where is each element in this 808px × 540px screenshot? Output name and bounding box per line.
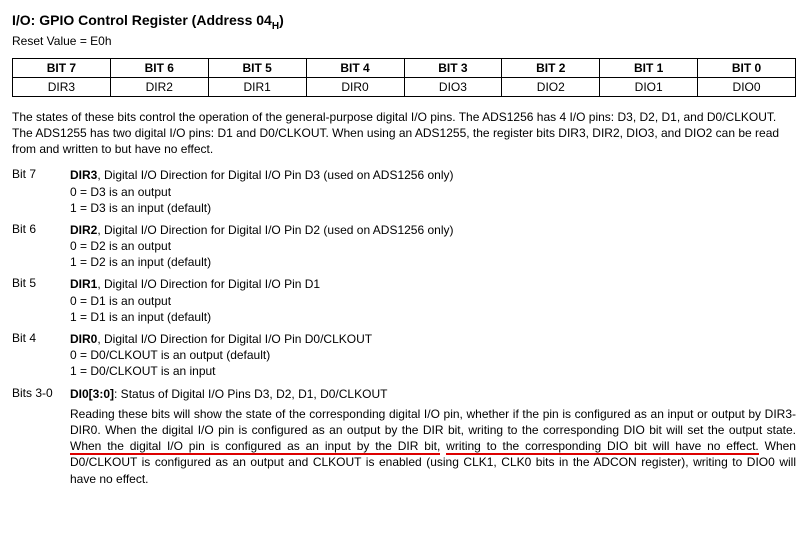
bit-name-cell: DIO3 [404,77,502,96]
bit-header: BIT 5 [208,58,306,77]
bit-desc: , Digital I/O Direction for Digital I/O … [97,223,453,237]
bit-label: Bit 6 [12,222,70,271]
title-sub: H [272,21,279,32]
table-row: DIR3 DIR2 DIR1 DIR0 DIO3 DIO2 DIO1 DIO0 [13,77,796,96]
title-suffix: ) [279,12,284,28]
bit-desc: , Digital I/O Direction for Digital I/O … [97,332,372,346]
bit-name-cell: DIR2 [110,77,208,96]
bit-header: BIT 1 [600,58,698,77]
bit-name-cell: DIR3 [13,77,111,96]
bit-table: BIT 7 BIT 6 BIT 5 BIT 4 BIT 3 BIT 2 BIT … [12,58,796,97]
bit-name: DIR0 [70,332,97,346]
bit-text: Reading these bits will show the state o… [70,407,796,437]
bit-option: 0 = D1 is an output [70,294,171,308]
bit-body: DIR2, Digital I/O Direction for Digital … [70,222,796,271]
bit-name: DIR1 [70,277,97,291]
bit-desc: , Digital I/O Direction for Digital I/O … [97,277,320,291]
title-prefix: I/O: GPIO Control Register (Address 04 [12,12,272,28]
bit-description: Bit 4 DIR0, Digital I/O Direction for Di… [12,331,796,380]
bit-desc: : Status of Digital I/O Pins D3, D2, D1,… [114,387,387,401]
annotated-text: writing to the corresponding DIO bit wil… [446,439,759,455]
register-title: I/O: GPIO Control Register (Address 04H) [12,12,796,32]
bit-label: Bits 3-0 [12,386,70,487]
bit-option: 1 = D1 is an input (default) [70,310,211,324]
bit-option: 1 = D3 is an input (default) [70,201,211,215]
reset-value: Reset Value = E0h [12,34,796,48]
bit-name: DIR3 [70,168,97,182]
annotated-text: When the digital I/O pin is configured a… [70,439,440,455]
table-row: BIT 7 BIT 6 BIT 5 BIT 4 BIT 3 BIT 2 BIT … [13,58,796,77]
bit-header: BIT 0 [698,58,796,77]
bit-description: Bit 5 DIR1, Digital I/O Direction for Di… [12,276,796,325]
bit-header: BIT 2 [502,58,600,77]
intro-paragraph: The states of these bits control the ope… [12,109,796,158]
bit-description: Bit 7 DIR3, Digital I/O Direction for Di… [12,167,796,216]
bit-name: DIR2 [70,223,97,237]
bit-name-cell: DIR0 [306,77,404,96]
bit-name-cell: DIO2 [502,77,600,96]
bit-header: BIT 6 [110,58,208,77]
bit-header: BIT 4 [306,58,404,77]
bit-label: Bit 4 [12,331,70,380]
bit-header: BIT 7 [13,58,111,77]
bit-header: BIT 3 [404,58,502,77]
bit-body: DI0[3:0]: Status of Digital I/O Pins D3,… [70,386,796,487]
bit-name-cell: DIO1 [600,77,698,96]
bit-desc: , Digital I/O Direction for Digital I/O … [97,168,453,182]
bit-option: 1 = D2 is an input (default) [70,255,211,269]
bit-body: DIR0, Digital I/O Direction for Digital … [70,331,796,380]
bit-description: Bits 3-0 DI0[3:0]: Status of Digital I/O… [12,386,796,487]
bit-label: Bit 5 [12,276,70,325]
bit-option: 0 = D0/CLKOUT is an output (default) [70,348,270,362]
bit-option: 1 = D0/CLKOUT is an input [70,364,216,378]
bit-name-cell: DIR1 [208,77,306,96]
bit-body: DIR3, Digital I/O Direction for Digital … [70,167,796,216]
bit-name-cell: DIO0 [698,77,796,96]
bit-option: 0 = D3 is an output [70,185,171,199]
bit-description: Bit 6 DIR2, Digital I/O Direction for Di… [12,222,796,271]
bit-option: 0 = D2 is an output [70,239,171,253]
bit-paragraph: Reading these bits will show the state o… [70,406,796,487]
bit-body: DIR1, Digital I/O Direction for Digital … [70,276,796,325]
bit-label: Bit 7 [12,167,70,216]
bit-name: DI0[3:0] [70,387,114,401]
